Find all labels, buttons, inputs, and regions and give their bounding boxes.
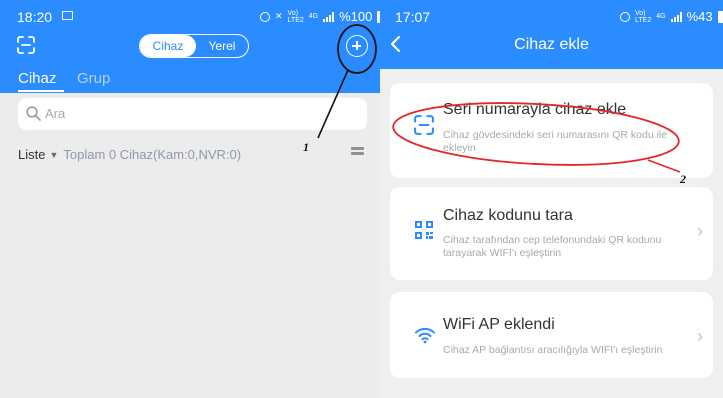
device-count-summary: Toplam 0 Cihaz(Kam:0,NVR:0) (63, 147, 242, 162)
scan-icon[interactable] (17, 36, 35, 59)
search-placeholder: Ara (45, 106, 66, 121)
tab-grup[interactable]: Grup (77, 70, 110, 87)
scan-icon (414, 115, 434, 140)
option-description: Cihaz tarafından cep telefonundaki QR ko… (443, 234, 662, 259)
segment-cihaz[interactable]: Cihaz (140, 35, 196, 57)
left-status-time: 18:20 (17, 9, 53, 25)
tab-active-indicator (18, 90, 64, 92)
alarm-icon (260, 11, 270, 22)
left-status-indicators: ✕ Vo) LTE2 4G %100 (260, 9, 380, 24)
chevron-right-icon: › (697, 221, 703, 241)
list-label: Liste (18, 147, 46, 162)
chevron-right-icon: › (697, 326, 703, 346)
option-scan-device-code[interactable]: Cihaz kodunu tara Cihaz tarafından cep t… (390, 187, 713, 280)
search-icon (26, 106, 41, 124)
device-list-filter[interactable]: Liste ▼ Toplam 0 Cihaz(Kam:0,NVR:0) (18, 147, 241, 162)
signal-icon (670, 11, 682, 22)
source-segment-control: Cihaz Yerel (139, 34, 249, 58)
right-status-time: 17:07 (395, 9, 431, 25)
right-screen: 17:07 Vo) LTE2 4G %43 Cihaz ekle Seri nu… (380, 0, 723, 398)
option-description: Cihaz AP bağlantısı aracılığıyla WIFI'ı … (443, 344, 663, 356)
qr-code-icon (414, 220, 434, 245)
gallery-icon (62, 11, 73, 20)
chevron-down-icon: ▼ (49, 149, 59, 160)
search-input[interactable]: Ara (18, 98, 367, 130)
option-title: WiFi AP eklendi (443, 316, 555, 333)
left-screen: 18:20 ✕ Vo) LTE2 4G %100 Cihaz Yerel Cih… (0, 0, 380, 398)
option-title: Cihaz kodunu tara (443, 207, 573, 224)
wifi-icon (414, 326, 436, 349)
option-wifi-ap[interactable]: WiFi AP eklendi Cihaz AP bağlantısı arac… (390, 292, 713, 378)
segment-yerel[interactable]: Yerel (196, 35, 248, 57)
mute-icon: ✕ (275, 11, 283, 21)
option-title: Seri numarayla cihaz ekle (443, 101, 627, 118)
alarm-icon (620, 11, 630, 22)
battery-icon (717, 10, 723, 23)
add-device-plus-icon[interactable] (346, 35, 368, 57)
annotation-number-2: 2 (680, 172, 686, 186)
annotation-number-1: 1 (303, 140, 309, 154)
tab-cihaz[interactable]: Cihaz (18, 70, 56, 87)
page-title: Cihaz ekle (514, 36, 589, 53)
option-description: Cihaz gövdesindeki seri numarasını QR ko… (443, 129, 668, 154)
signal-icon (323, 11, 335, 22)
menu-icon[interactable] (351, 147, 364, 159)
option-add-by-serial[interactable]: Seri numarayla cihaz ekle Cihaz gövdesin… (390, 83, 713, 178)
right-status-indicators: Vo) LTE2 4G %43 (620, 9, 723, 24)
